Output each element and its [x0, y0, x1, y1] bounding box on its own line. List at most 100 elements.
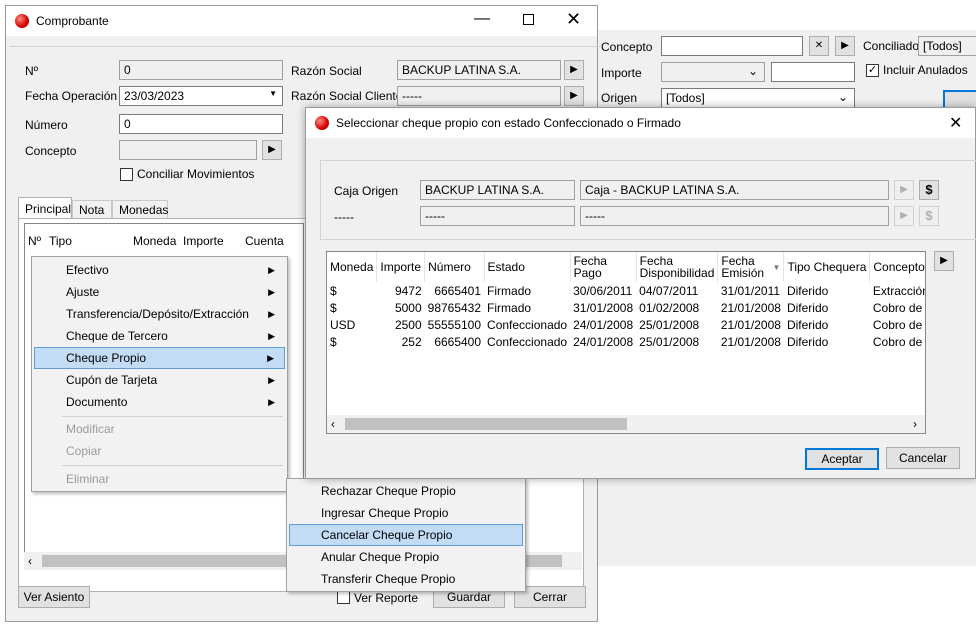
- grid-horizontal-scrollbar[interactable]: ‹ ›: [327, 415, 925, 433]
- bg-importe-select[interactable]: ⌄: [661, 62, 765, 82]
- grid-header-cuenta[interactable]: Cuenta: [245, 234, 284, 248]
- caja-origen-caja-field: Caja - BACKUP LATINA S.A.: [580, 180, 889, 200]
- caja-origen-dollar-button[interactable]: $: [919, 180, 939, 200]
- scroll-left-icon[interactable]: ‹: [28, 554, 32, 568]
- table-row[interactable]: $ 252 6665400 Confeccionado 24/01/2008 2…: [327, 333, 925, 350]
- caja-origen-lookup-button[interactable]: ▶: [894, 180, 914, 200]
- numero-label: Número: [25, 118, 68, 132]
- scroll-thumb[interactable]: [345, 418, 627, 430]
- grid-header-moneda[interactable]: Moneda: [133, 234, 176, 248]
- scroll-right-icon[interactable]: ›: [913, 417, 917, 431]
- cheque-propio-submenu: Rechazar Cheque Propio Ingresar Cheque P…: [286, 478, 526, 592]
- scroll-left-icon[interactable]: ‹: [331, 417, 335, 431]
- nro-label: Nº: [25, 64, 39, 78]
- dialog-filter-panel: [320, 160, 976, 240]
- ver-reporte-label: Ver Reporte: [354, 591, 419, 605]
- ver-asiento-button[interactable]: Ver Asiento: [18, 586, 90, 608]
- cancelar-button[interactable]: Cancelar: [886, 447, 960, 469]
- chevron-right-icon: ▶: [268, 265, 275, 275]
- dollar-icon: $: [925, 208, 933, 223]
- concepto-field: [119, 140, 257, 160]
- numero-input[interactable]: 0: [119, 114, 283, 134]
- submenu-item-rechazar[interactable]: Rechazar Cheque Propio: [289, 480, 523, 502]
- menu-item-copiar[interactable]: Copiar: [34, 440, 285, 462]
- menu-separator: [62, 465, 283, 466]
- sort-desc-icon: ▼: [772, 263, 781, 272]
- table-row[interactable]: $ 5000 98765432 Firmado 31/01/2008 01/02…: [327, 299, 925, 316]
- submenu-item-cancelar[interactable]: Cancelar Cheque Propio: [289, 524, 523, 546]
- col-header-fecha-disponibilidad[interactable]: Fecha Disponibilidad: [636, 252, 719, 282]
- ver-reporte-checkbox[interactable]: [337, 591, 350, 604]
- table-row[interactable]: $ 9472 6665401 Firmado 30/06/2011 04/07/…: [327, 282, 925, 299]
- close-icon[interactable]: ✕: [566, 9, 581, 30]
- menu-item-efectivo[interactable]: Efectivo ▶: [34, 259, 285, 281]
- close-icon[interactable]: ✕: [949, 113, 962, 133]
- bg-incluir-anulados-checkbox[interactable]: ✓: [866, 64, 879, 77]
- comprobante-title: Comprobante: [36, 14, 109, 28]
- play-icon: ▶: [570, 90, 578, 101]
- app-icon: [15, 14, 29, 28]
- col-header-estado[interactable]: Estado: [484, 252, 571, 282]
- background-titlebar: [561, 6, 976, 30]
- bg-conciliado-select[interactable]: [Todos]: [918, 36, 976, 56]
- menu-item-modificar[interactable]: Modificar: [34, 418, 285, 440]
- col-header-tipo-chequera[interactable]: Tipo Chequera: [783, 252, 871, 282]
- col-header-moneda[interactable]: Moneda: [327, 252, 378, 282]
- razon-social-cliente-lookup-button[interactable]: ▶: [564, 86, 584, 106]
- concepto-label: Concepto: [25, 144, 77, 158]
- col-header-fecha-emision[interactable]: Fecha Emisión ▼: [717, 252, 785, 282]
- row2-lookup-button[interactable]: ▶: [894, 206, 914, 226]
- bg-lookup-button[interactable]: ▶: [835, 36, 855, 56]
- bg-origen-select[interactable]: [Todos] ⌄: [661, 88, 855, 108]
- chevron-down-icon: ▼: [269, 89, 277, 98]
- concepto-lookup-button[interactable]: ▶: [262, 140, 282, 160]
- grid-header-nro[interactable]: Nº: [28, 234, 41, 248]
- menu-item-cheque-tercero[interactable]: Cheque de Tercero ▶: [34, 325, 285, 347]
- bg-importe-input[interactable]: [771, 62, 855, 82]
- razon-social-label: Razón Social: [291, 64, 362, 78]
- cheques-table: Moneda Importe Número Estado Fecha Pago …: [327, 252, 925, 350]
- bg-conciliado-label: Conciliado: [863, 39, 920, 53]
- play-icon: ▶: [570, 64, 578, 75]
- cheques-grid[interactable]: Moneda Importe Número Estado Fecha Pago …: [326, 251, 926, 434]
- col-header-concepto[interactable]: Concepto: [870, 252, 925, 282]
- menu-item-transferencia[interactable]: Transferencia/Depósito/Extracción ▶: [34, 303, 285, 325]
- minimize-icon[interactable]: —: [474, 10, 490, 28]
- dialog-title: Seleccionar cheque propio con estado Con…: [336, 116, 681, 130]
- aceptar-button[interactable]: Aceptar: [805, 448, 879, 470]
- menu-item-eliminar[interactable]: Eliminar: [34, 468, 285, 490]
- tab-principal[interactable]: Principal: [18, 197, 72, 219]
- fecha-operacion-picker[interactable]: 23/03/2023 ▼: [119, 86, 283, 106]
- menu-item-ajuste[interactable]: Ajuste ▶: [34, 281, 285, 303]
- chevron-right-icon: ▶: [268, 375, 275, 385]
- submenu-item-anular[interactable]: Anular Cheque Propio: [289, 546, 523, 568]
- grid-header-importe[interactable]: Importe: [183, 234, 224, 248]
- conciliar-movimientos-checkbox[interactable]: [120, 168, 133, 181]
- grid-header-tipo[interactable]: Tipo: [49, 234, 72, 248]
- menu-separator: [62, 416, 283, 417]
- row2-dollar-button[interactable]: $: [919, 206, 939, 226]
- col-header-fecha-pago[interactable]: Fecha Pago: [570, 252, 637, 282]
- razon-social-cliente-field: -----: [397, 86, 561, 106]
- razon-social-lookup-button[interactable]: ▶: [564, 60, 584, 80]
- tab-nota[interactable]: Nota: [72, 200, 112, 219]
- table-row[interactable]: USD 2500 55555100 Confeccionado 24/01/20…: [327, 316, 925, 333]
- submenu-item-ingresar[interactable]: Ingresar Cheque Propio: [289, 502, 523, 524]
- menu-item-cupon-tarjeta[interactable]: Cupón de Tarjeta ▶: [34, 369, 285, 391]
- bg-incluir-anulados-label: Incluir Anulados: [883, 63, 968, 77]
- grid-expand-button[interactable]: ▶: [934, 251, 954, 271]
- tab-monedas[interactable]: Monedas: [112, 200, 168, 219]
- bg-concepto-input[interactable]: [661, 36, 803, 56]
- menu-item-cheque-propio[interactable]: Cheque Propio ▶: [34, 347, 285, 369]
- play-icon: ▶: [900, 210, 908, 221]
- menu-item-documento[interactable]: Documento ▶: [34, 391, 285, 413]
- submenu-item-transferir[interactable]: Transferir Cheque Propio: [289, 568, 523, 590]
- col-header-importe[interactable]: Importe: [376, 252, 426, 282]
- comprobante-titlebar: Comprobante — ✕: [6, 6, 597, 36]
- dollar-icon: $: [925, 182, 933, 197]
- play-icon: ▶: [900, 184, 908, 195]
- col-header-numero[interactable]: Número: [424, 252, 485, 282]
- context-menu: Efectivo ▶ Ajuste ▶ Transferencia/Depósito…: [31, 256, 288, 492]
- bg-clear-button[interactable]: ✕: [809, 36, 829, 56]
- maximize-icon[interactable]: [523, 14, 534, 25]
